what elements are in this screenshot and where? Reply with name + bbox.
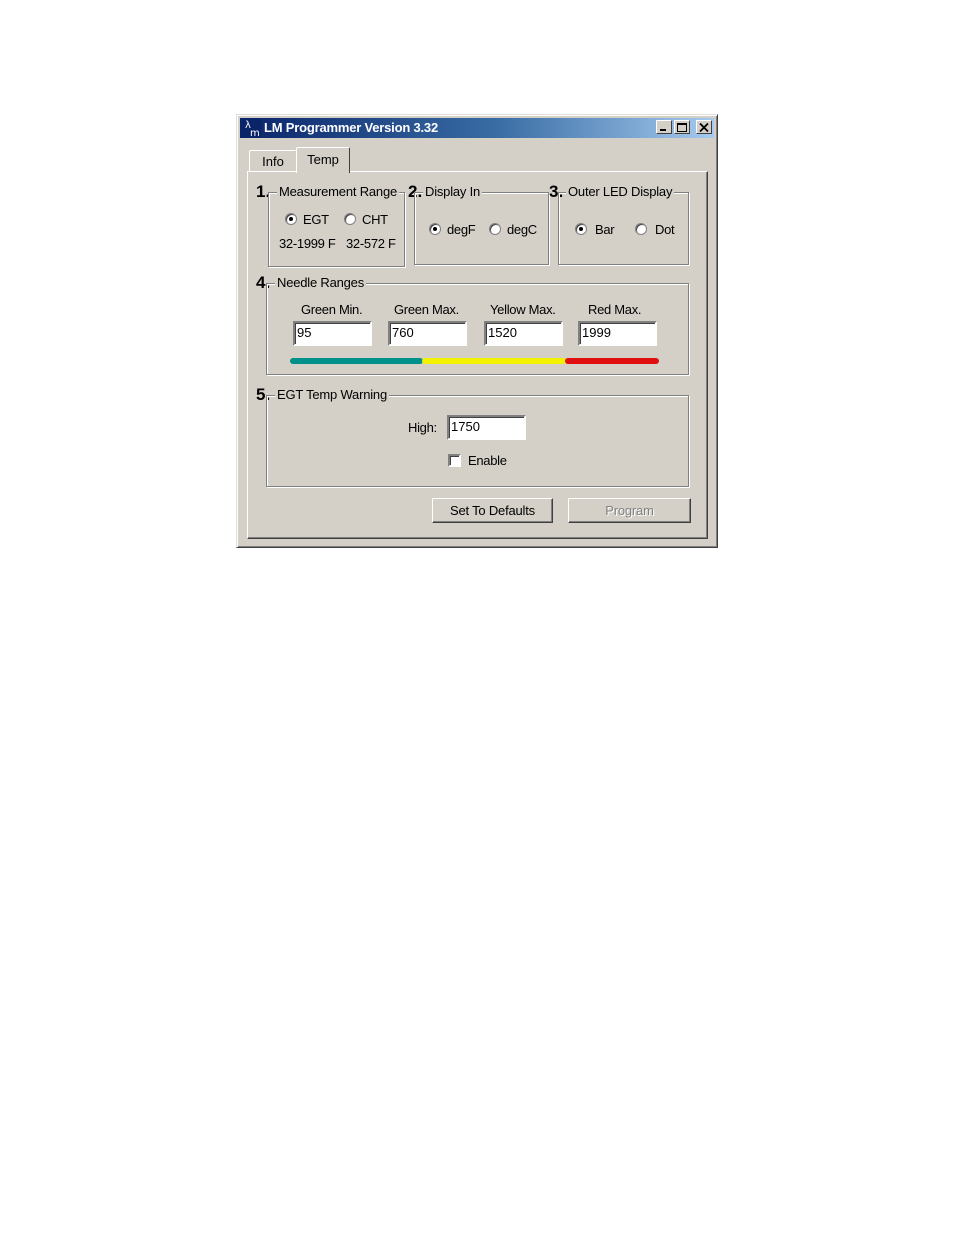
yellow-range-bar <box>422 358 566 364</box>
window-title: LM Programmer Version 3.32 <box>264 120 438 135</box>
egt-warning-legend: EGT Temp Warning <box>275 387 389 402</box>
red-max-label: Red Max. <box>588 302 642 317</box>
program-button[interactable]: Program <box>568 498 691 523</box>
tab-temp-label: Temp <box>307 152 339 167</box>
display-in-legend: Display In <box>423 184 483 199</box>
red-range-bar <box>565 358 659 364</box>
close-icon <box>699 123 709 132</box>
degc-radio[interactable] <box>489 223 501 235</box>
yellow-max-label: Yellow Max. <box>490 302 556 317</box>
outer-led-group: Outer LED Display Bar Dot <box>558 184 689 265</box>
minimize-icon <box>660 129 666 131</box>
temp-tab-panel: 1. Measurement Range EGT CHT 32-1999 F 3… <box>247 171 708 539</box>
bar-radio[interactable] <box>575 223 587 235</box>
degc-label: degC <box>507 222 537 237</box>
minimize-button[interactable] <box>656 120 672 134</box>
enable-checkbox[interactable] <box>448 454 461 467</box>
measurement-range-legend: Measurement Range <box>277 184 399 199</box>
set-to-defaults-button[interactable]: Set To Defaults <box>432 498 553 523</box>
tab-info-label: Info <box>262 154 284 169</box>
needle-ranges-legend: Needle Ranges <box>275 275 367 290</box>
svg-text:m: m <box>250 128 260 137</box>
green-range-bar <box>290 358 423 364</box>
red-max-input[interactable]: 1999 <box>578 321 657 346</box>
outer-led-legend: Outer LED Display <box>566 184 675 199</box>
display-in-group: Display In degF degC <box>414 184 549 265</box>
bar-label: Bar <box>595 222 615 237</box>
close-button[interactable] <box>696 120 712 134</box>
tab-temp[interactable]: Temp <box>296 147 350 173</box>
title-bar[interactable]: λ m LM Programmer Version 3.32 <box>240 118 714 138</box>
lm-programmer-window: λ m LM Programmer Version 3.32 Info Temp… <box>236 114 718 548</box>
green-min-label: Green Min. <box>301 302 363 317</box>
app-lambda-icon: λ m <box>243 119 261 137</box>
yellow-max-input[interactable]: 1520 <box>484 321 563 346</box>
egt-label: EGT <box>303 212 329 227</box>
tab-info[interactable]: Info <box>249 150 297 171</box>
degf-label: degF <box>447 222 476 237</box>
degf-radio[interactable] <box>429 223 441 235</box>
egt-range-text: 32-1999 F <box>279 236 336 251</box>
green-min-input[interactable]: 95 <box>293 321 372 346</box>
measurement-range-group: Measurement Range EGT CHT 32-1999 F 32-5… <box>268 184 405 267</box>
egt-radio[interactable] <box>285 213 297 225</box>
green-max-input[interactable]: 760 <box>388 321 467 346</box>
high-temp-input[interactable]: 1750 <box>447 415 526 440</box>
high-label: High: <box>408 420 437 435</box>
cht-label: CHT <box>362 212 388 227</box>
cht-radio[interactable] <box>344 213 356 225</box>
maximize-icon <box>677 123 687 132</box>
maximize-button[interactable] <box>674 120 690 134</box>
egt-warning-group: EGT Temp Warning High: 1750 Enable <box>266 387 689 487</box>
dot-label: Dot <box>655 222 675 237</box>
dot-radio[interactable] <box>635 223 647 235</box>
enable-label: Enable <box>468 453 507 468</box>
cht-range-text: 32-572 F <box>346 236 396 251</box>
needle-ranges-group: Needle Ranges Green Min. 95 Green Max. 7… <box>266 275 689 375</box>
green-max-label: Green Max. <box>394 302 459 317</box>
